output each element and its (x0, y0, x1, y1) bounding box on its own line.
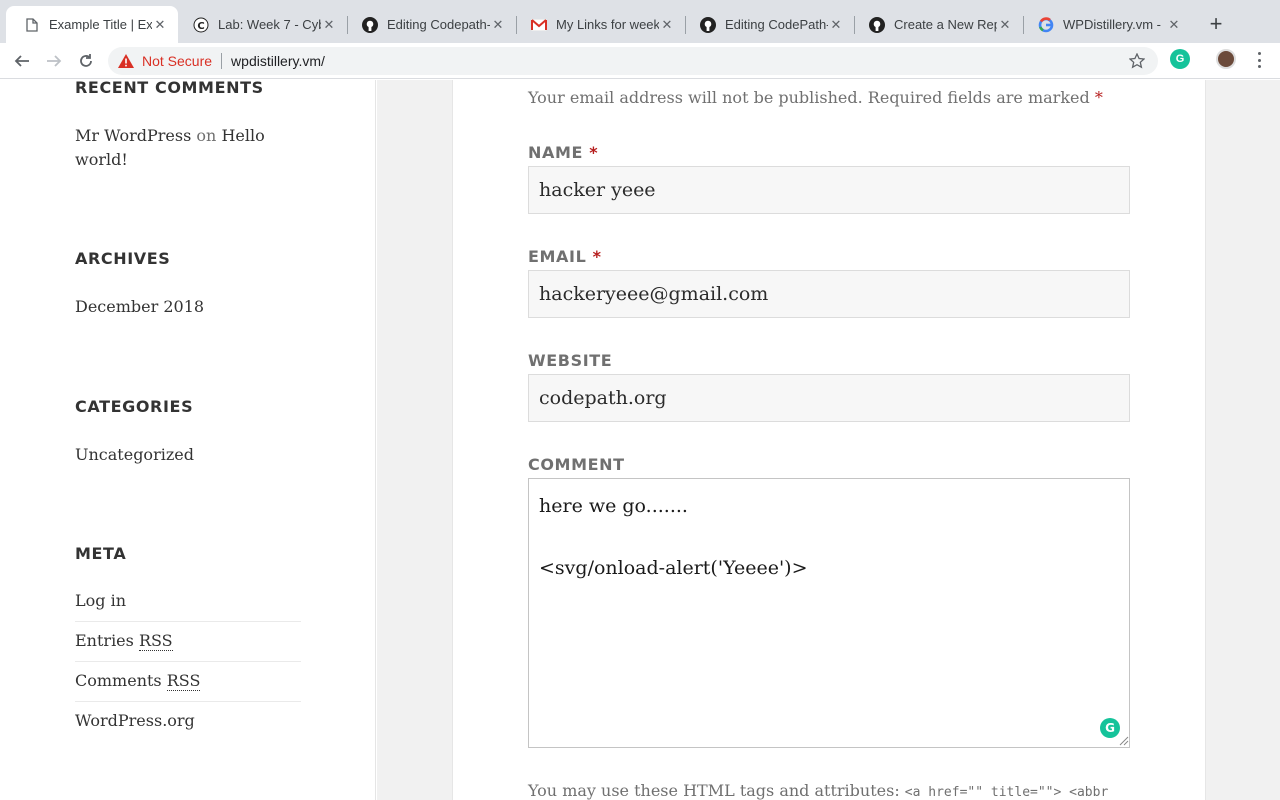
rss-abbr: RSS (138, 631, 173, 651)
svg-text:C: C (197, 21, 204, 32)
codepath-icon: C (193, 17, 209, 33)
recent-comments-title: RECENT COMMENTS (75, 80, 264, 97)
tab-title: WPDistillery.vm - (1063, 17, 1161, 32)
website-field[interactable] (528, 374, 1130, 422)
meta-item: Log in (75, 582, 301, 622)
tab-strip: Example Title | Exa ✕ C Lab: Week 7 - Cy… (0, 0, 1280, 43)
comment-form-card: Your email address will not be published… (452, 80, 1206, 800)
gmail-icon (531, 17, 547, 33)
url-text[interactable]: wpdistillery.vm/ (231, 53, 325, 69)
meta-item: Entries RSS (75, 622, 301, 662)
post-title-line1: Hello (221, 126, 265, 145)
wordpress-org-link[interactable]: WordPress.org (75, 711, 195, 730)
tab-title: Lab: Week 7 - Cyb (218, 17, 321, 32)
comments-rss-link[interactable]: Comments RSS (75, 671, 201, 691)
page-icon (24, 17, 40, 33)
back-button[interactable] (10, 49, 34, 73)
tab-editing-codepath-2[interactable]: Editing CodePath- ✕ (682, 6, 854, 43)
meta-item: Comments RSS (75, 662, 301, 702)
sidebar: RECENT COMMENTS Mr WordPress on Hello wor… (0, 80, 376, 800)
archives-title: ARCHIVES (75, 249, 171, 268)
meta-title: META (75, 544, 127, 563)
reload-button[interactable] (74, 49, 98, 73)
arrow-right-icon (47, 55, 62, 67)
arrow-left-icon (14, 55, 29, 67)
comment-textarea[interactable]: here we go....... <svg/onload-alert('Yee… (528, 478, 1130, 748)
tab-create-repo[interactable]: Create a New Rep ✕ (851, 6, 1023, 43)
google-icon (1038, 16, 1054, 33)
tab-wpdistillery[interactable]: WPDistillery.vm - ✕ (1020, 6, 1192, 43)
reload-icon (80, 54, 92, 67)
comment-label-text: COMMENT (528, 455, 625, 474)
meta-list: Log in Entries RSS Comments RSS WordPres… (75, 582, 301, 742)
bookmark-star-icon[interactable] (1128, 52, 1146, 70)
warning-icon[interactable] (118, 53, 134, 69)
name-field[interactable] (528, 166, 1130, 214)
tab-title: My Links for week (556, 17, 659, 32)
comment-notes: Your email address will not be published… (528, 88, 1103, 107)
email-label: EMAIL * (528, 247, 602, 266)
allowed-text: You may use these (528, 781, 678, 800)
tab-editing-codepath[interactable]: Editing Codepath- ✕ (344, 6, 516, 43)
forward-button[interactable] (42, 49, 66, 73)
close-icon[interactable]: ✕ (659, 17, 675, 33)
web-page: RECENT COMMENTS Mr WordPress on Hello wor… (0, 80, 1280, 800)
name-label-text: NAME (528, 143, 584, 162)
tab-example-title[interactable]: Example Title | Exa ✕ (6, 6, 178, 43)
recent-comment-entry: Mr WordPress on Hello world! (75, 124, 275, 172)
close-icon[interactable]: ✕ (152, 17, 168, 33)
browser-toolbar: Not Secure wpdistillery.vm/ (0, 43, 1280, 79)
tab-title: Create a New Rep (894, 17, 997, 32)
on-text: on (196, 126, 217, 145)
required-mark: * (589, 143, 599, 162)
website-label: WEBSITE (528, 351, 612, 370)
html-abbr: HTML (683, 781, 735, 800)
security-label[interactable]: Not Secure (142, 53, 212, 69)
grammarly-icon[interactable]: G (1100, 718, 1120, 738)
close-icon[interactable]: ✕ (321, 17, 337, 33)
required-mark: * (592, 247, 602, 266)
tab-title: Editing Codepath- (387, 17, 490, 32)
archive-link[interactable]: December 2018 (75, 295, 204, 319)
new-tab-button[interactable]: + (1204, 11, 1228, 36)
email-label-text: EMAIL (528, 247, 587, 266)
categories-title: CATEGORIES (75, 397, 194, 416)
profile-avatar[interactable] (1216, 49, 1236, 69)
close-icon[interactable]: ✕ (490, 17, 506, 33)
log-in-link[interactable]: Log in (75, 591, 126, 610)
tab-lab-week7[interactable]: C Lab: Week 7 - Cyb ✕ (175, 6, 347, 43)
meta-item: WordPress.org (75, 702, 301, 742)
github-icon (700, 16, 716, 33)
comment-label: COMMENT (528, 455, 625, 474)
tab-my-links[interactable]: My Links for week ✕ (513, 6, 685, 43)
comments-label: Comments (75, 671, 162, 690)
github-icon (869, 16, 885, 33)
tab-title: Editing CodePath- (725, 17, 828, 32)
menu-kebab-icon[interactable] (1252, 50, 1266, 70)
rss-abbr: RSS (166, 671, 201, 691)
required-mark: * (1094, 88, 1103, 107)
notes-text: Your email address will not be published… (528, 88, 1090, 107)
entries-label: Entries (75, 631, 134, 650)
allowed-code: <a href="" title=""> <abbr (904, 785, 1109, 800)
name-label: NAME * (528, 143, 598, 162)
tab-title: Example Title | Exa (49, 17, 152, 32)
post-title-line2: world! (75, 150, 128, 169)
category-link[interactable]: Uncategorized (75, 443, 194, 467)
email-field[interactable] (528, 270, 1130, 318)
entries-rss-link[interactable]: Entries RSS (75, 631, 173, 651)
omnibox-divider (221, 53, 223, 69)
close-icon[interactable]: ✕ (997, 17, 1013, 33)
comment-author-link[interactable]: Mr WordPress (75, 126, 191, 145)
close-icon[interactable]: ✕ (828, 17, 844, 33)
allowed-tags-note: You may use these HTML tags and attribut… (528, 781, 1108, 800)
website-label-text: WEBSITE (528, 351, 613, 370)
allowed-rest: tags and attributes: (739, 781, 900, 800)
github-icon (362, 16, 378, 33)
resize-grip-icon[interactable] (1119, 736, 1129, 746)
grammarly-extension-icon[interactable]: G (1170, 49, 1190, 69)
address-bar[interactable]: Not Secure wpdistillery.vm/ (108, 47, 1158, 75)
close-icon[interactable]: ✕ (1166, 17, 1182, 33)
